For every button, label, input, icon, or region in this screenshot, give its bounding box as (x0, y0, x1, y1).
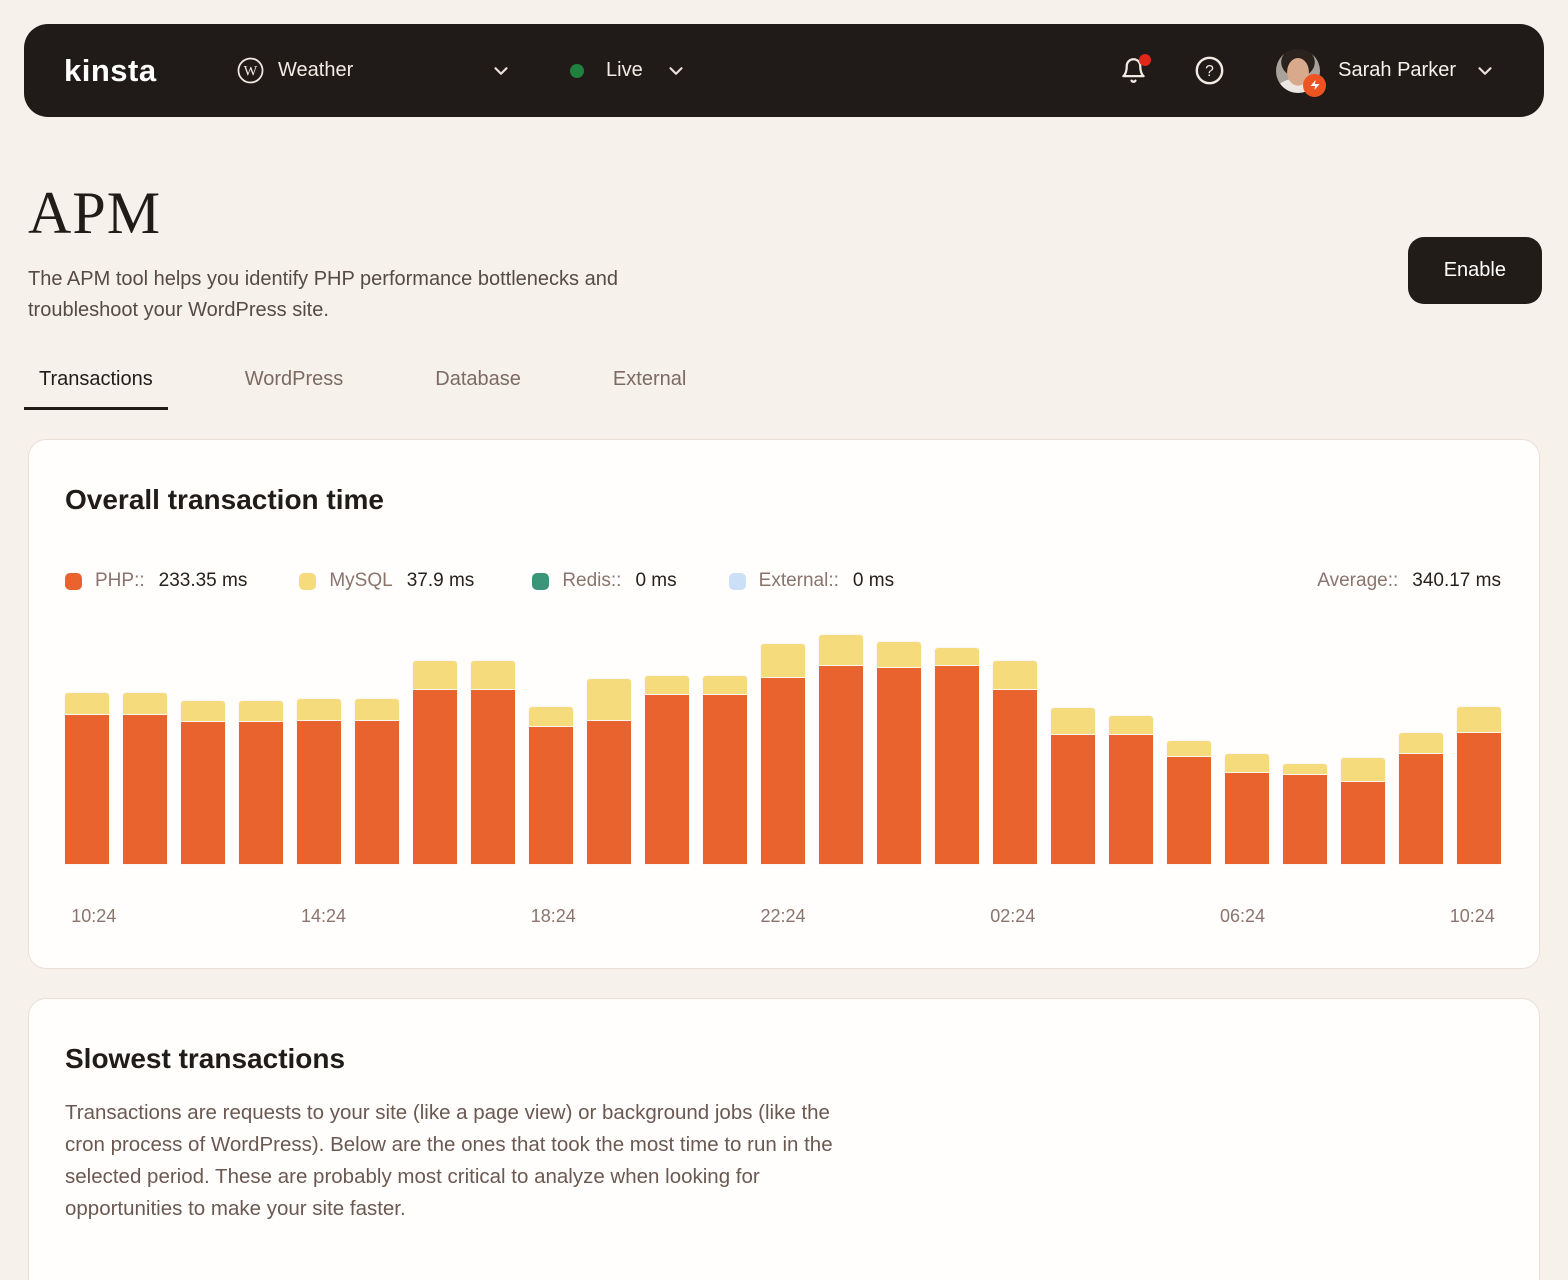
topbar-right-cluster: ? Sarah Parker (1120, 49, 1496, 93)
bar-20:24[interactable] (645, 632, 689, 864)
bar-12:24[interactable] (181, 632, 225, 864)
enable-button[interactable]: Enable (1408, 237, 1542, 304)
x-tick-label: 22:24 (760, 906, 805, 927)
bar-chart (65, 632, 1501, 864)
bar-16:24[interactable] (413, 632, 457, 864)
help-button[interactable]: ? (1195, 56, 1224, 85)
overall-transaction-card: Overall transaction time PHP:: 233.35 ms… (28, 439, 1540, 969)
x-tick-label: 10:24 (1450, 906, 1495, 927)
bar-23:24[interactable] (819, 632, 863, 864)
mysql-legend-value: 37.9 ms (407, 570, 475, 592)
topbar: kinsta W Weather Live ? (24, 24, 1544, 117)
slowest-transactions-card: Slowest transactions Transactions are re… (28, 998, 1540, 1280)
kinsta-logo: kinsta (64, 53, 157, 89)
page-title: APM (28, 179, 1540, 248)
x-tick-label: 14:24 (301, 906, 346, 927)
legend-item-external: External:: 0 ms (729, 570, 894, 592)
slowest-card-description: Transactions are requests to your site (… (65, 1097, 870, 1225)
bar-11:24[interactable] (123, 632, 167, 864)
bar-18:24[interactable] (529, 632, 573, 864)
x-tick-label: 10:24 (71, 906, 116, 927)
tab-wordpress[interactable]: WordPress (230, 368, 359, 410)
php-swatch (65, 573, 82, 590)
bar-04:24[interactable] (1109, 632, 1153, 864)
bar-10:24[interactable] (65, 632, 109, 864)
legend-item-mysql: MySQL 37.9 ms (299, 570, 474, 592)
x-tick-label: 02:24 (990, 906, 1035, 927)
tab-external[interactable]: External (598, 368, 701, 410)
environment-label: Live (606, 59, 643, 82)
x-tick-label: 18:24 (531, 906, 576, 927)
legend-average: Average:: 340.17 ms (1317, 570, 1501, 592)
live-status-dot (570, 64, 584, 78)
bar-00:24[interactable] (877, 632, 921, 864)
tab-database[interactable]: Database (420, 368, 536, 410)
chart-legend: PHP:: 233.35 ms MySQL 37.9 ms Redis:: 0 … (65, 570, 1501, 592)
legend-item-redis: Redis:: 0 ms (532, 570, 676, 592)
page-header: APM The APM tool helps you identify PHP … (0, 179, 1568, 326)
bar-07:24[interactable] (1283, 632, 1327, 864)
bar-17:24[interactable] (471, 632, 515, 864)
tab-transactions[interactable]: Transactions (24, 368, 168, 410)
lightning-badge (1303, 74, 1326, 97)
legend-item-php: PHP:: 233.35 ms (65, 570, 247, 592)
wordpress-icon: W (237, 57, 264, 84)
bar-02:24[interactable] (993, 632, 1037, 864)
mysql-legend-label: MySQL (329, 570, 392, 592)
average-label: Average:: (1317, 570, 1398, 592)
x-axis: 10:24 14:24 18:24 22:24 02:24 06:24 10:24 (65, 906, 1501, 928)
bar-14:24[interactable] (297, 632, 341, 864)
notifications-button[interactable] (1120, 57, 1147, 84)
bar-19:24[interactable] (587, 632, 631, 864)
bar-06:24[interactable] (1225, 632, 1269, 864)
x-tick-label: 06:24 (1220, 906, 1265, 927)
lightning-icon (1309, 79, 1321, 91)
redis-swatch (532, 573, 549, 590)
external-legend-label: External:: (759, 570, 839, 592)
chevron-down-icon[interactable] (490, 60, 512, 82)
bar-01:24[interactable] (935, 632, 979, 864)
bar-15:24[interactable] (355, 632, 399, 864)
php-legend-value: 233.35 ms (159, 570, 248, 592)
user-avatar[interactable] (1276, 49, 1320, 93)
svg-text:?: ? (1205, 63, 1214, 80)
mysql-swatch (299, 573, 316, 590)
redis-legend-value: 0 ms (635, 570, 676, 592)
redis-legend-label: Redis:: (562, 570, 621, 592)
average-value: 340.17 ms (1412, 570, 1501, 592)
bar-13:24[interactable] (239, 632, 283, 864)
overall-card-title: Overall transaction time (65, 484, 1501, 516)
notification-badge (1139, 54, 1151, 66)
php-legend-label: PHP:: (95, 570, 145, 592)
slowest-card-title: Slowest transactions (65, 1043, 1503, 1075)
user-name: Sarah Parker (1338, 59, 1456, 82)
bar-22:24[interactable] (761, 632, 805, 864)
bar-10:24[interactable] (1457, 632, 1501, 864)
svg-text:W: W (244, 63, 258, 79)
site-selector-label: Weather (278, 59, 353, 82)
bar-05:24[interactable] (1167, 632, 1211, 864)
environment-selector[interactable]: Live (570, 59, 687, 82)
tab-bar: Transactions WordPress Database External (0, 368, 1568, 410)
external-swatch (729, 573, 746, 590)
bar-03:24[interactable] (1051, 632, 1095, 864)
bar-08:24[interactable] (1341, 632, 1385, 864)
bar-09:24[interactable] (1399, 632, 1443, 864)
chevron-down-icon (665, 60, 687, 82)
bar-21:24[interactable] (703, 632, 747, 864)
external-legend-value: 0 ms (853, 570, 894, 592)
page-description: The APM tool helps you identify PHP perf… (28, 264, 718, 326)
site-selector[interactable]: W Weather (237, 57, 353, 84)
user-menu-chevron-icon[interactable] (1474, 60, 1496, 82)
